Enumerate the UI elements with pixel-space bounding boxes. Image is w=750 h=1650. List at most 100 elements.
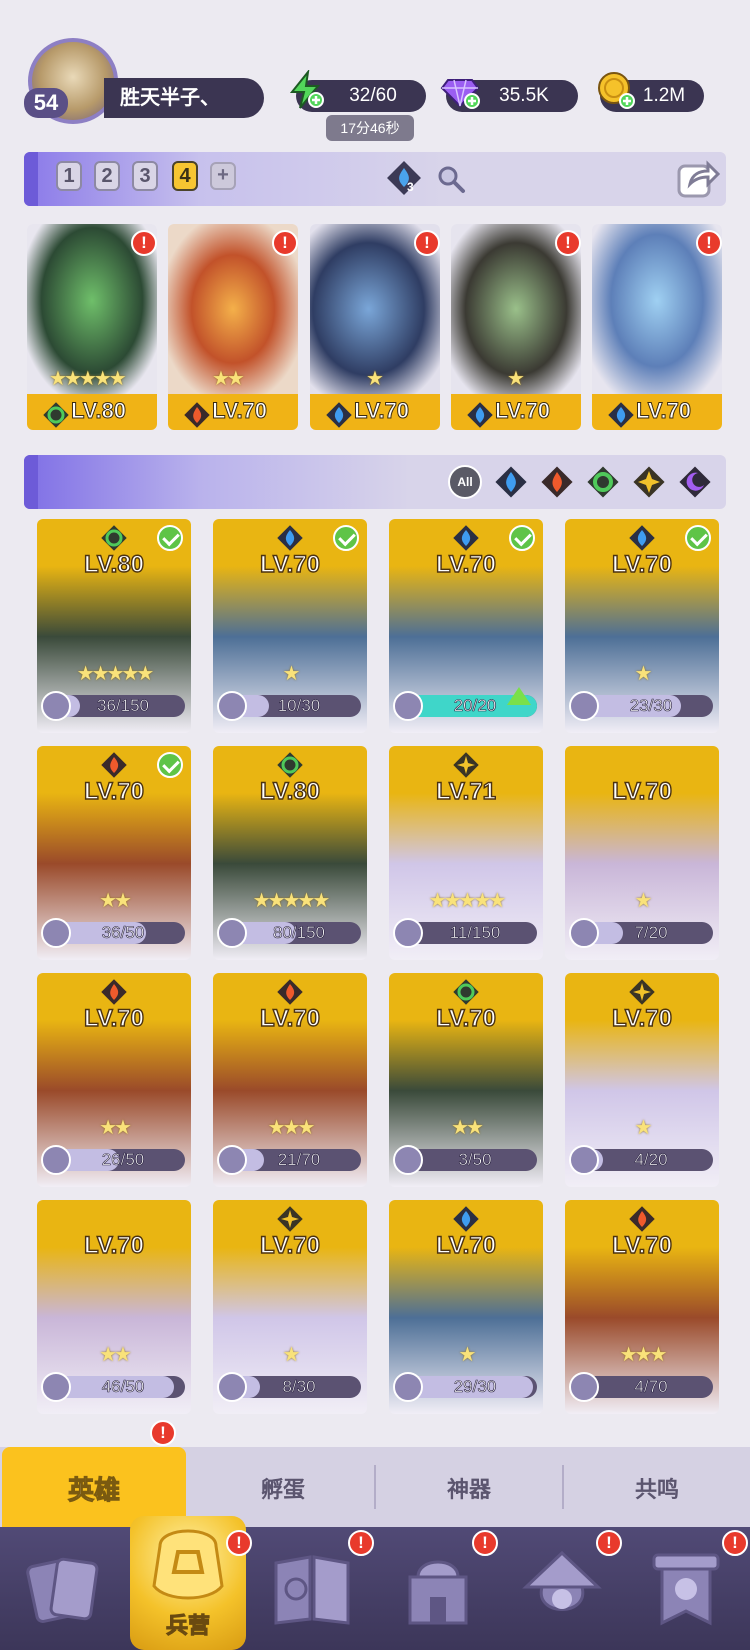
filter-bar-accent bbox=[24, 455, 38, 509]
hero-level: LV.70 bbox=[83, 777, 145, 805]
fire-element-icon bbox=[629, 1206, 655, 1232]
hero-card[interactable]: LV.70 ★ 7/20 bbox=[565, 746, 719, 960]
shard-icon bbox=[393, 691, 423, 721]
hero-stars: ★★ bbox=[451, 1117, 484, 1139]
filter-water-button[interactable] bbox=[494, 465, 528, 499]
mushroom-house-icon[interactable] bbox=[518, 1544, 606, 1634]
hero-card[interactable]: LV.80 ★★★★★ 80/150 bbox=[213, 746, 367, 960]
shard-icon bbox=[569, 691, 599, 721]
light-element-icon bbox=[633, 466, 665, 498]
castle-alert-badge: ! bbox=[472, 1530, 498, 1556]
map-book-icon[interactable] bbox=[268, 1544, 356, 1634]
hero-stars: ★★★★★ bbox=[76, 663, 155, 685]
hero-level: LV.70 bbox=[611, 550, 673, 578]
gold-value: 1.2M bbox=[642, 85, 686, 106]
hero-card[interactable]: LV.70 ★ 23/30 bbox=[565, 519, 719, 733]
fire-element-icon bbox=[184, 402, 210, 428]
in-team-check-icon bbox=[685, 525, 711, 551]
slot-stars: ★ bbox=[507, 368, 525, 390]
hero-card[interactable]: LV.70 ★ 29/30 bbox=[389, 1200, 543, 1414]
hero-card[interactable]: LV.70 ★ 10/30 bbox=[213, 519, 367, 733]
slot-alert-badge: ! bbox=[272, 230, 298, 256]
team-slot-4[interactable]: LV.70 ★ ! bbox=[451, 224, 581, 430]
filter-nature-button[interactable] bbox=[586, 465, 620, 499]
team-slot-1[interactable]: LV.80 ★★★★★ ! bbox=[27, 224, 157, 430]
filter-dark-button[interactable] bbox=[678, 465, 712, 499]
map-alert-badge: ! bbox=[348, 1530, 374, 1556]
team-tab-1[interactable]: 1 bbox=[56, 161, 82, 191]
barracks-alert-badge: ! bbox=[226, 1530, 252, 1556]
hero-card[interactable]: LV.70 ★ 8/30 bbox=[213, 1200, 367, 1414]
nature-element-icon bbox=[101, 525, 127, 551]
tab-artifacts[interactable]: 神器 bbox=[376, 1447, 562, 1527]
filter-all-label: All bbox=[457, 475, 473, 489]
team-slot-3[interactable]: LV.70 ★ ! bbox=[310, 224, 440, 430]
hero-card[interactable]: LV.70 ★ 4/20 bbox=[565, 973, 719, 1187]
fire-element-icon bbox=[277, 979, 303, 1005]
tab-heroes[interactable]: 英雄 bbox=[2, 1447, 186, 1527]
shard-icon bbox=[41, 918, 71, 948]
hero-level: LV.70 bbox=[83, 1004, 145, 1032]
hero-level: LV.70 bbox=[611, 1004, 673, 1032]
hero-stars: ★ bbox=[634, 1117, 653, 1139]
hero-card[interactable]: LV.71 ★★★★★ 11/150 bbox=[389, 746, 543, 960]
water-element-icon bbox=[608, 402, 634, 428]
search-icon[interactable] bbox=[436, 164, 466, 194]
in-team-check-icon bbox=[333, 525, 359, 551]
castle-icon[interactable] bbox=[394, 1544, 482, 1634]
hero-card[interactable]: LV.70 20/20 bbox=[389, 519, 543, 733]
light-element-icon bbox=[277, 1206, 303, 1232]
shard-icon bbox=[569, 1145, 599, 1175]
guild-alert-badge: ! bbox=[722, 1530, 748, 1556]
hero-stars: ★★★ bbox=[619, 1344, 668, 1366]
hero-stars: ★ bbox=[458, 1344, 477, 1366]
hero-card[interactable]: LV.70 ★★★ 4/70 bbox=[565, 1200, 719, 1414]
team-tab-4[interactable]: 4 bbox=[172, 161, 198, 191]
slot-alert-badge: ! bbox=[414, 230, 440, 256]
light-element-icon bbox=[453, 752, 479, 778]
water-element-icon bbox=[629, 525, 655, 551]
shard-icon bbox=[393, 918, 423, 948]
hero-card[interactable]: LV.80 ★★★★★ 36/150 bbox=[37, 519, 191, 733]
filter-light-button[interactable] bbox=[632, 465, 666, 499]
guild-banner-icon[interactable] bbox=[642, 1544, 730, 1634]
filter-all-button[interactable]: All bbox=[448, 465, 482, 499]
hero-card[interactable]: LV.70 ★★ 46/50 bbox=[37, 1200, 191, 1414]
team-tab-3[interactable]: 3 bbox=[132, 161, 158, 191]
slot-level: LV.70 bbox=[635, 398, 692, 424]
fire-element-icon bbox=[541, 466, 573, 498]
team-add-button[interactable]: + bbox=[210, 162, 236, 190]
upgrade-arrow-icon[interactable] bbox=[507, 687, 531, 705]
slot-stars: ★★ bbox=[212, 368, 245, 390]
in-team-check-icon bbox=[509, 525, 535, 551]
water-element-counter-icon[interactable] bbox=[386, 160, 422, 196]
water-element-icon bbox=[467, 402, 493, 428]
slot-alert-badge: ! bbox=[131, 230, 157, 256]
slot-stars: ★★★★★ bbox=[49, 368, 127, 390]
barracks-icon bbox=[152, 1529, 224, 1600]
hero-card[interactable]: LV.70 ★★ 36/50 bbox=[37, 746, 191, 960]
shard-icon bbox=[393, 1145, 423, 1175]
tab-heroes-alert-badge: ! bbox=[150, 1420, 176, 1446]
tab-resonance[interactable]: 共鸣 bbox=[564, 1447, 750, 1527]
hero-level: LV.80 bbox=[259, 777, 321, 805]
slot-alert-badge: ! bbox=[696, 230, 722, 256]
hero-card[interactable]: LV.70 ★★★ 21/70 bbox=[213, 973, 367, 1187]
shard-icon bbox=[41, 1145, 71, 1175]
cards-icon[interactable] bbox=[20, 1544, 108, 1634]
shard-icon bbox=[569, 1372, 599, 1402]
filter-fire-button[interactable] bbox=[540, 465, 574, 499]
team-slot-2[interactable]: LV.70 ★★ ! bbox=[168, 224, 298, 430]
water-element-icon bbox=[453, 1206, 479, 1232]
tab-hatch[interactable]: 孵蛋 bbox=[190, 1447, 376, 1527]
hero-level: LV.70 bbox=[435, 550, 497, 578]
hero-level: LV.70 bbox=[259, 1004, 321, 1032]
hero-stars: ★ bbox=[282, 1344, 301, 1366]
team-tab-2[interactable]: 2 bbox=[94, 161, 120, 191]
share-icon[interactable] bbox=[676, 156, 721, 200]
hero-stars: ★★★★★ bbox=[428, 890, 507, 912]
hero-card[interactable]: LV.70 ★★ 26/50 bbox=[37, 973, 191, 1187]
hero-card[interactable]: LV.70 ★★ 3/50 bbox=[389, 973, 543, 1187]
team-slot-5[interactable]: LV.70 ! bbox=[592, 224, 722, 430]
hero-stars: ★★ bbox=[99, 1344, 132, 1366]
